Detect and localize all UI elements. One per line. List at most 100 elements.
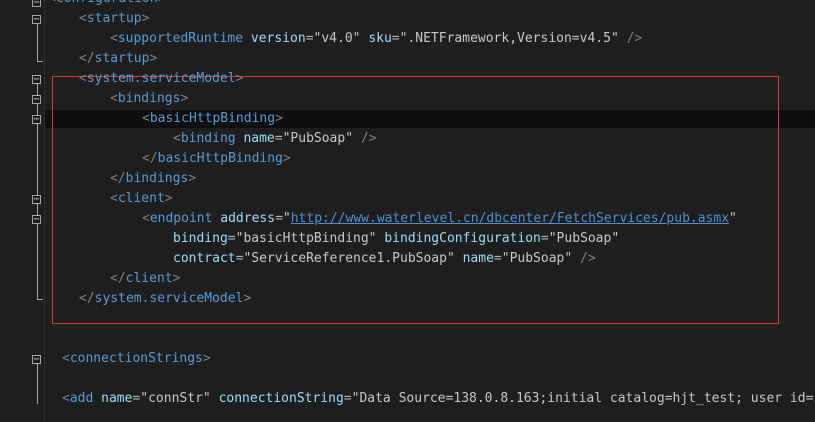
token-val: "basicHttpBinding" (235, 231, 377, 246)
token-br: </ (142, 151, 158, 166)
token-tag: system.serviceModel (86, 71, 236, 86)
token-br: < (62, 391, 70, 406)
token-attr: binding (173, 231, 228, 246)
token-eq: = (227, 231, 236, 246)
code-line[interactable]: </startup> (0, 49, 815, 69)
token-val: "PubSoap" (548, 231, 620, 246)
token-br: > (235, 71, 244, 86)
code-line[interactable]: <system.serviceModel> (0, 69, 815, 89)
token-tag: bindings (117, 91, 181, 106)
token-br: </ (79, 51, 95, 66)
code-line[interactable]: <connectionStrings> (0, 349, 815, 369)
token-br: < (79, 71, 87, 86)
token-attr: address (220, 211, 276, 226)
token-br: > (275, 111, 283, 126)
token-br: > (243, 291, 252, 306)
code-line[interactable]: </client> (0, 269, 815, 289)
token-tag: basicHttpBinding (157, 151, 283, 166)
token-br: </ (79, 291, 95, 306)
token-attr: name (243, 131, 275, 146)
token-br: < (142, 111, 150, 126)
code-line[interactable]: <client> (0, 189, 815, 209)
token-attr: contract (173, 251, 236, 266)
token-tag: system.serviceModel (94, 291, 244, 306)
token-br: </ (110, 271, 126, 286)
token-br: > (282, 151, 291, 166)
token-br: < (48, 0, 56, 6)
token-br: < (110, 91, 118, 106)
code-line[interactable]: <add name="connStr" connectionString="Da… (0, 389, 815, 409)
code-line[interactable]: <configuration> (0, 0, 815, 9)
token-tag: client (117, 191, 165, 206)
token-attr: name (462, 251, 494, 266)
token-tag: bindings (125, 171, 189, 186)
token-br: > (188, 171, 197, 186)
code-line[interactable]: </basicHttpBinding> (0, 149, 815, 169)
token-eq: = (493, 251, 502, 266)
token-br: /> (626, 31, 643, 46)
token-val: " (282, 211, 291, 226)
token-br: < (79, 11, 87, 26)
token-tag: startup (94, 51, 150, 66)
code-line[interactable]: <endpoint address="http://www.waterlevel… (0, 209, 815, 229)
token-eq: = (343, 391, 352, 406)
token-br: > (149, 51, 158, 66)
code-line[interactable]: contract = "ServiceReference1.PubSoap" nam… (0, 249, 815, 269)
token-tag: configuration (56, 0, 158, 6)
token-br: > (141, 11, 150, 26)
token-val: "PubSoap" (501, 251, 573, 266)
token-br: /> (580, 251, 596, 266)
token-br: < (110, 191, 118, 206)
token-br: > (172, 271, 181, 286)
token-eq: = (275, 211, 283, 226)
token-tag: add (69, 391, 94, 406)
token-tag: client (125, 271, 173, 286)
token-br: > (180, 91, 189, 106)
token-br: < (173, 131, 181, 146)
code-line[interactable]: binding="basicHttpBinding" bindingConfig… (0, 229, 815, 249)
token-attr: sku (368, 31, 392, 46)
token-eq: = (274, 131, 283, 146)
token-val: ".NETFramework,Version=v4.5" (399, 31, 619, 46)
code-line[interactable]: <basicHttpBinding> (0, 109, 815, 129)
token-attr: connectionString (218, 391, 344, 406)
token-attr: bindingConfiguration (384, 231, 541, 246)
token-tag: startup (86, 11, 142, 26)
token-eq: = (540, 231, 549, 246)
token-val: " (729, 211, 737, 226)
token-br: > (158, 0, 166, 6)
token-tag: endpoint (149, 211, 213, 226)
code-editor[interactable]: − − − − − − − − <configuration><startup>… (0, 0, 815, 422)
code-line[interactable]: <supportedRuntime version="v4.0" sku=".N… (0, 29, 815, 49)
token-attr: version (250, 31, 306, 46)
token-attr: name (101, 391, 133, 406)
token-br: < (142, 211, 150, 226)
token-br: > (202, 351, 211, 366)
token-br: /> (360, 131, 377, 146)
token-val: "PubSoap" (282, 131, 354, 146)
code-line[interactable]: <bindings> (0, 89, 815, 109)
token-br: < (110, 31, 118, 46)
code-line[interactable]: </bindings> (0, 169, 815, 189)
code-line[interactable]: <startup> (0, 9, 815, 29)
token-val: "v4.0" (313, 31, 361, 46)
token-eq: = (391, 31, 400, 46)
token-tag: binding (180, 131, 236, 146)
url-link[interactable]: http://www.waterlevel.cn/dbcenter/FetchS… (291, 211, 729, 226)
token-val: "Data Source=138.0.8.163;initial catalog… (351, 391, 815, 406)
code-line[interactable]: </system.serviceModel> (0, 289, 815, 309)
token-eq: = (305, 31, 314, 46)
token-br: < (62, 351, 70, 366)
token-tag: connectionStrings (69, 351, 203, 366)
token-tag: supportedRuntime (117, 31, 244, 46)
code-line[interactable]: <binding name="PubSoap" /> (0, 129, 815, 149)
token-br: </ (110, 171, 126, 186)
token-br: > (164, 191, 173, 206)
